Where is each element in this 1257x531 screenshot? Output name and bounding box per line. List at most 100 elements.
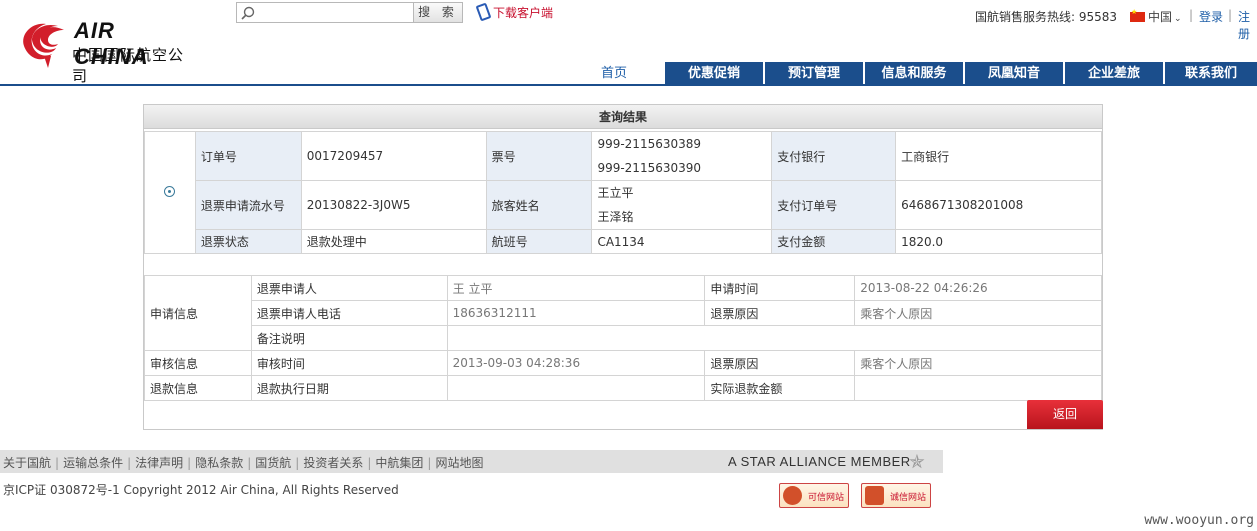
credible-site-label: 诚信网站 [890,493,927,503]
footer-bar: 关于国航 | 运输总条件 | 法律声明 | 隐私条款 | 国货航 | 投资者关系 | 中航集团 | 网站地图… [0,450,943,473]
pay-order-label: 支付订单号 [771,180,897,230]
ticket-no-1: 999-2115630389 [597,137,702,151]
divider: | [427,456,432,470]
divider: | [1228,8,1233,22]
review-time-value: 2013-09-03 04:28:36 [446,350,706,376]
ticket-no-2: 999-2115630390 [597,161,702,175]
nav-booking-management[interactable]: 预订管理 [765,62,863,85]
download-client-link[interactable]: 下载客户端 [475,2,554,22]
actual-amount-label: 实际退款金额 [704,375,856,401]
apply-time-label: 申请时间 [704,275,856,301]
star-alliance-icon[interactable]: ✯ [909,451,925,473]
phoenix-logo-icon [23,23,64,68]
review-info-label: 审核信息 [144,350,252,376]
divider: | [1189,8,1194,22]
ticket-no-label: 票号 [485,131,593,181]
order-no-value: 0017209457 [300,131,487,181]
search-input[interactable] [236,2,414,23]
apply-time-value: 2013-08-22 04:26:26 [854,275,1102,301]
air-china-logo[interactable]: AIR CHINA 中国国际航空公司 [18,14,193,85]
divider: | [295,456,300,470]
flight-value: CA1134 [591,229,773,254]
divider: | [127,456,132,470]
footer-link-group[interactable]: 中航集团 [375,456,423,470]
refund-serial-value: 20130822-3J0W5 [300,180,487,230]
refund-status-label: 退票状态 [194,229,302,254]
review-time-label: 审核时间 [250,350,448,376]
refund-date-label: 退款执行日期 [250,375,448,401]
expand-toggle[interactable] [144,131,196,254]
query-result-panel: 查询结果 订单号 0017209457 票号 999-2115630389 999… [143,104,1103,430]
footer-link-about[interactable]: 关于国航 [3,456,51,470]
remark-value [446,325,1103,351]
credible-site-badge[interactable]: 诚信网站 [861,483,931,508]
logo-chinese: 中国国际航空公司 [72,46,185,85]
sales-hotline: 国航销售服务热线: 95583 [975,10,1118,24]
nav-info-services[interactable]: 信息和服务 [865,62,963,85]
search-icon [241,6,255,20]
applicant-phone-label: 退票申请人电话 [250,300,448,326]
refund-serial-label: 退票申请流水号 [194,180,302,230]
refund-status-value: 退款处理中 [300,229,487,254]
nav-underline [0,84,1257,86]
watermark: www.wooyun.org [1144,513,1254,528]
refund-reason-value: 乘客个人原因 [854,300,1102,326]
divider: | [247,456,252,470]
passenger-2: 王泽铭 [597,210,634,224]
register-link[interactable]: 注册 [1238,8,1257,42]
credible-site-icon [865,486,884,505]
trusted-site-badge[interactable]: 可信网站 [779,483,849,508]
refund-detail-table: 申请信息 退票申请人 王 立平 申请时间 2013-08-22 04:26:26… [144,275,1103,401]
download-client-label: 下载客户端 [493,6,554,20]
star-alliance-text: A STAR ALLIANCE MEMBER [728,454,911,469]
refund-info-label: 退款信息 [144,375,252,401]
search-button[interactable]: 搜 索 [413,2,463,23]
divider: | [367,456,372,470]
footer-link-investors[interactable]: 投资者关系 [303,456,363,470]
review-reason-value: 乘客个人原因 [854,350,1102,376]
back-button[interactable]: 返回 [1027,400,1103,429]
nav-home[interactable]: 首页 [565,62,663,85]
footer-links: 关于国航 | 运输总条件 | 法律声明 | 隐私条款 | 国货航 | 投资者关系 | 中航集团 | 网站地图 [3,454,483,471]
copyright: 京ICP证 030872号-1 Copyright 2012 Air China… [3,483,399,497]
ticket-no-cell: 999-2115630389 999-2115630390 [591,131,773,181]
passenger-cell: 王立平 王泽铭 [591,180,773,230]
region-label: 中国 [1148,10,1173,24]
pay-bank-label: 支付银行 [771,131,897,181]
refund-reason-label: 退票原因 [704,300,856,326]
chevron-down-icon: ⌄ [1174,14,1182,24]
order-no-label: 订单号 [194,131,302,181]
footer-link-sitemap[interactable]: 网站地图 [435,456,483,470]
login-link[interactable]: 登录 [1199,8,1223,25]
china-flag-icon [1130,8,1145,22]
order-summary-table: 订单号 0017209457 票号 999-2115630389 999-2115… [144,131,1102,254]
passenger-1: 王立平 [597,186,634,200]
divider: | [55,456,60,470]
passenger-label: 旅客姓名 [485,180,593,230]
panel-title: 查询结果 [144,105,1102,129]
pay-amount-value: 1820.0 [895,229,1102,254]
nav-phoenix-miles[interactable]: 凤凰知音 [965,62,1063,85]
actual-amount-value [854,375,1102,401]
pay-bank-value: 工商银行 [895,131,1102,181]
region-selector[interactable]: 中国⌄ [1130,8,1182,25]
nav-contact-us[interactable]: 联系我们 [1165,62,1257,85]
pay-order-value: 6468671308201008 [895,180,1102,230]
applicant-phone-value: 18636312111 [446,300,706,326]
footer-link-privacy[interactable]: 隐私条款 [195,456,243,470]
expand-circle-icon [164,185,176,197]
footer-link-legal[interactable]: 法律声明 [135,456,183,470]
apply-info-label: 申请信息 [144,275,252,351]
mobile-phone-icon [475,2,492,22]
review-reason-label: 退票原因 [704,350,856,376]
footer-link-cargo[interactable]: 国货航 [255,456,291,470]
pay-amount-label: 支付金额 [771,229,897,254]
applicant-label: 退票申请人 [250,275,448,301]
remark-label: 备注说明 [250,325,448,351]
trusted-site-label: 可信网站 [808,493,845,503]
trusted-site-icon [783,486,802,505]
nav-corporate-travel[interactable]: 企业差旅 [1065,62,1163,85]
refund-date-value [446,375,706,401]
footer-link-conditions[interactable]: 运输总条件 [63,456,123,470]
nav-promotions[interactable]: 优惠促销 [665,62,763,85]
